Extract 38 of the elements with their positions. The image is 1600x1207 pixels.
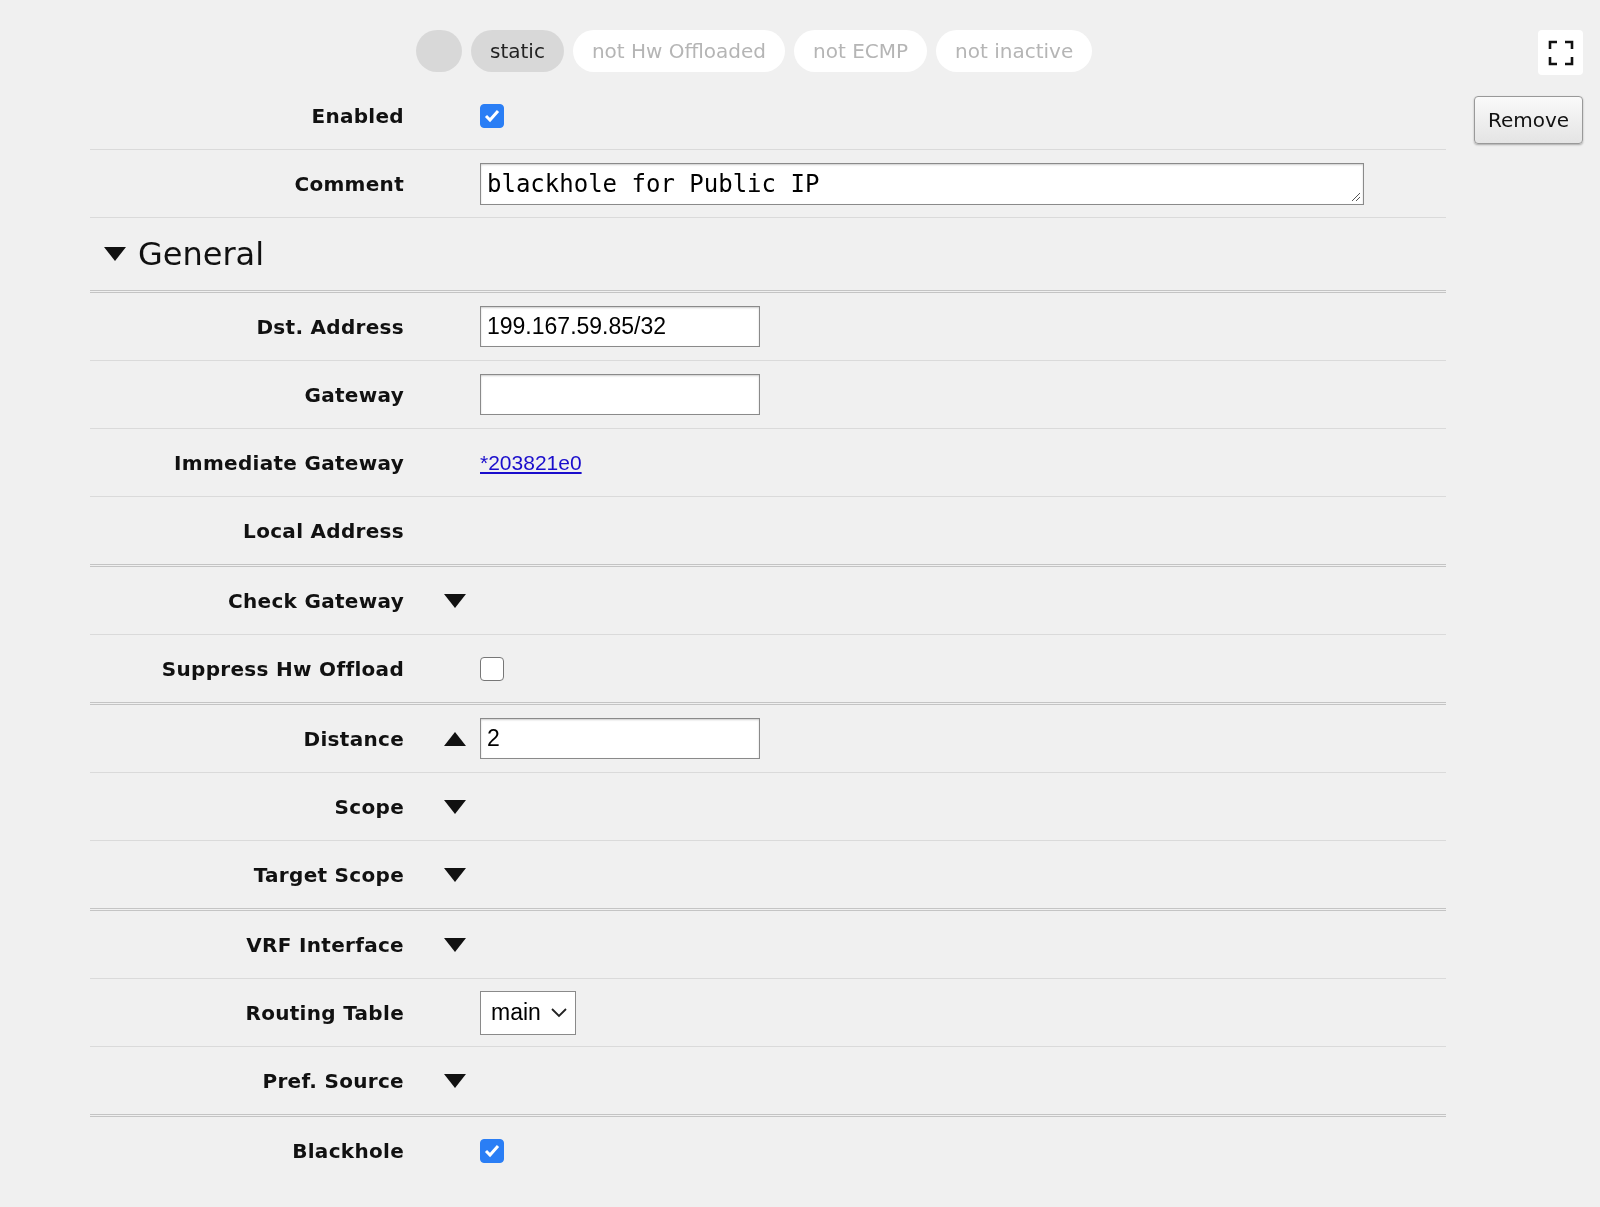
section-title[interactable]: General (138, 235, 265, 273)
comment-field[interactable]: blackhole for Public IP (480, 162, 1364, 205)
routing-table-select[interactable]: main (480, 990, 576, 1035)
field-label: Immediate Gateway (173, 450, 404, 475)
field-label: Target Scope (252, 862, 404, 887)
expand-icon[interactable] (444, 937, 466, 952)
field-label: Dst. Address (255, 314, 404, 339)
field-label: Suppress Hw Offload (160, 656, 404, 681)
field-label: Distance (302, 726, 404, 751)
fullscreen-icon[interactable] (1538, 30, 1583, 75)
input-field[interactable]: 2 (480, 718, 760, 759)
field-label: Local Address (242, 518, 404, 543)
check-icon (484, 108, 500, 123)
gateway-link[interactable]: *203821e0 (480, 450, 582, 475)
input-field[interactable]: 199.167.59.85/32 (480, 306, 760, 347)
check-icon (484, 1143, 500, 1158)
field-label: Gateway (303, 382, 404, 407)
field-label: VRF Interface (245, 932, 404, 957)
field-label: Check Gateway (227, 588, 404, 613)
field-label: Scope (333, 794, 404, 819)
field-label: Blackhole (291, 1138, 404, 1163)
field-label: Pref. Source (261, 1068, 404, 1093)
field-label: Comment (293, 171, 404, 196)
collapse-icon[interactable] (444, 731, 466, 746)
chevron-down-icon (550, 1007, 567, 1018)
checkbox[interactable] (480, 1138, 504, 1163)
expand-icon[interactable] (444, 799, 466, 814)
expand-icon[interactable] (444, 867, 466, 882)
checkbox[interactable] (480, 103, 504, 128)
expand-icon[interactable] (444, 1073, 466, 1088)
expand-icon[interactable] (444, 593, 466, 608)
collapse-icon[interactable] (104, 247, 126, 261)
flag-pill[interactable]: static (471, 30, 564, 72)
input-field[interactable] (480, 374, 760, 415)
field-label: Enabled (310, 103, 404, 128)
field-label: Routing Table (244, 1000, 404, 1025)
checkbox[interactable] (480, 656, 504, 681)
remove-button[interactable]: Remove (1474, 96, 1583, 144)
